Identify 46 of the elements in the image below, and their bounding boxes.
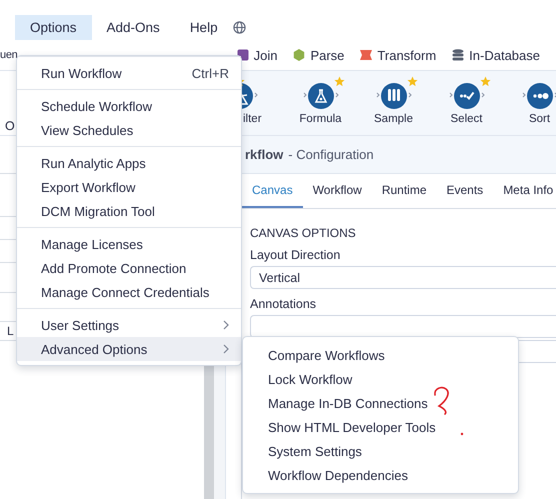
menu-item[interactable]: Lock Workflow [243,367,518,391]
menu-item[interactable]: Run Analytic Apps [17,151,241,175]
tab[interactable]: Runtime [372,174,436,208]
tool-label[interactable]: Sort [528,113,550,125]
panel-label: L [7,324,14,338]
menu-item[interactable]: System Settings [243,439,518,463]
tab[interactable]: Workflow [302,174,372,208]
menu-item[interactable]: Compare Workflows [243,343,518,367]
menu-item[interactable]: Add Promote Connection [17,256,241,280]
menu-item[interactable]: Run Workflow Ctrl+R [17,61,241,85]
panel-title: rkflow [245,147,284,162]
tool-label[interactable]: Formula [299,113,342,125]
tab[interactable]: Events [436,174,494,208]
dots-tool-icon[interactable] [522,81,556,111]
menu-item[interactable]: Help [174,15,233,40]
menu-item[interactable]: Add-Ons [92,15,175,40]
category-tab[interactable]: Parse [293,48,344,62]
dropdown-field[interactable]: Vertical [250,266,556,289]
menu-item[interactable]: Workflow Dependencies [243,463,518,487]
menu-item[interactable]: Manage Licenses [17,232,241,256]
tool-label[interactable]: Sample [374,113,413,125]
section-heading: CANVAS OPTIONS [250,226,357,240]
category-tab[interactable]: Transform [360,48,436,62]
tool-label[interactable]: ilter [243,113,262,125]
tool-label[interactable]: Select [450,113,482,125]
field-label: Annotations [250,297,318,311]
menu-item[interactable]: User Settings [17,313,241,337]
panel-label: O [5,119,15,133]
menu-item[interactable]: Manage Connect Credentials [17,280,241,304]
field-label: Layout Direction [250,248,342,262]
globe-icon[interactable] [232,21,246,34]
tab[interactable]: Meta Info [493,174,556,208]
panel-label: uen [0,49,18,61]
menu-item[interactable]: Manage In-DB Connections [243,391,518,415]
menu-item[interactable]: View Schedules [17,118,241,142]
category-tab[interactable]: In-Database [452,48,540,62]
menu-item[interactable]: Options [15,15,92,40]
menu-item[interactable]: DCM Migration Tool [17,199,241,223]
flask-tool-icon[interactable] [302,81,338,111]
menu-item[interactable]: Schedule Workflow [17,94,241,118]
menu-item[interactable]: Export Workflow [17,175,241,199]
check-tool-icon[interactable] [448,81,484,111]
panel-subtitle: - Configuration [288,147,374,162]
menu-item[interactable]: Show HTML Developer Tools [243,415,518,439]
tubes-tool-icon[interactable] [376,81,412,111]
menu-item[interactable]: Advanced Options [17,337,241,361]
